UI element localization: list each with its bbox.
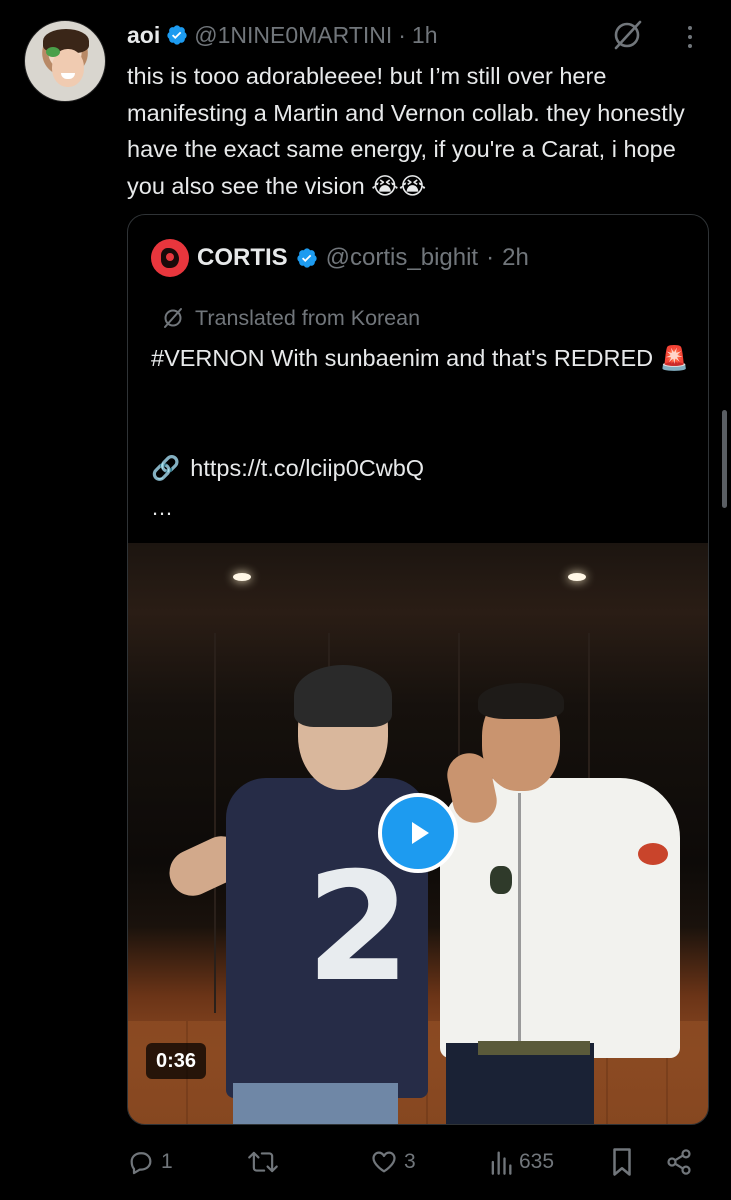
action-bar: 1 3 635: [127, 1140, 712, 1184]
ceiling-light: [568, 573, 586, 581]
reply-button[interactable]: 1: [127, 1140, 173, 1184]
quote-author-handle[interactable]: @cortis_bighit: [326, 244, 478, 272]
quoted-tweet[interactable]: CORTIS @cortis_bighit · 2h Translated fr…: [127, 214, 709, 1125]
like-button[interactable]: 3: [370, 1140, 416, 1184]
link-icon: 🔗: [151, 455, 181, 481]
views-count: 635: [519, 1150, 555, 1173]
views-icon: [491, 1151, 512, 1175]
author-name[interactable]: aoi: [127, 22, 160, 49]
jacket-zip: [518, 793, 521, 1043]
author-handle[interactable]: @1NINE0MARTINI: [194, 22, 392, 49]
beanie: [294, 665, 392, 727]
repost-icon: [248, 1151, 278, 1173]
quote-ellipsis: …: [151, 495, 173, 520]
person-right-jeans: [446, 1043, 594, 1124]
jacket-patch: [638, 843, 668, 865]
jacket-badge: [490, 866, 512, 894]
avatar-logo-dot: [166, 253, 174, 261]
quote-link[interactable]: 🔗 https://t.co/lciip0CwbQ: [151, 449, 424, 487]
tweet-text: this is tooo adorableeee! but I’m still …: [127, 63, 685, 199]
person-right-hair: [478, 683, 564, 719]
views-button[interactable]: 635: [489, 1140, 554, 1184]
bookmark-icon: [613, 1148, 631, 1176]
scrollbar-thumb[interactable]: [722, 410, 727, 508]
reply-count: 1: [161, 1150, 173, 1173]
tweet-time[interactable]: 1h: [412, 22, 438, 49]
header-separator: ·: [398, 21, 406, 48]
reply-icon: [130, 1152, 152, 1175]
bookmark-button[interactable]: [609, 1140, 635, 1184]
author-avatar[interactable]: [24, 20, 106, 102]
like-icon: [372, 1151, 396, 1173]
translated-label[interactable]: Translated from Korean: [161, 303, 420, 333]
more-dot: [688, 26, 692, 30]
quote-time[interactable]: 2h: [502, 244, 529, 272]
translate-icon: [164, 308, 182, 328]
tweet[interactable]: aoi @1NINE0MARTINI · 1h this is tooo ado…: [0, 0, 731, 1200]
ceiling-light: [233, 573, 251, 581]
video-duration: 0:36: [146, 1043, 207, 1079]
quote-text: #VERNON With sunbaenim and that's REDRED…: [151, 345, 689, 371]
avatar-bow: [46, 47, 60, 57]
play-icon: [412, 822, 429, 844]
quote-separator: ·: [486, 244, 495, 271]
quote-header: CORTIS @cortis_bighit · 2h: [151, 239, 529, 277]
person-left-jeans: [233, 1083, 398, 1124]
more-dot: [688, 35, 692, 39]
quote-author-avatar[interactable]: [151, 239, 189, 277]
share-icon: [667, 1149, 691, 1175]
quote-author-name[interactable]: CORTIS: [197, 244, 288, 272]
translated-text: Translated from Korean: [195, 305, 421, 330]
play-button[interactable]: [378, 793, 458, 873]
more-dot: [688, 44, 692, 48]
verified-badge-icon: [297, 248, 317, 268]
more-icon[interactable]: [675, 20, 705, 54]
belt: [478, 1041, 590, 1055]
link-url[interactable]: https://t.co/lciip0CwbQ: [190, 455, 424, 482]
share-button[interactable]: [665, 1140, 693, 1184]
verified-badge-icon: [167, 25, 187, 45]
video-player[interactable]: 2: [128, 543, 708, 1124]
like-count: 3: [404, 1150, 416, 1173]
jersey-number: 2: [306, 841, 411, 1015]
repost-button[interactable]: [247, 1140, 285, 1184]
grok-icon[interactable]: [610, 18, 644, 52]
wall-panel: [214, 633, 216, 1013]
tweet-header: aoi @1NINE0MARTINI · 1h: [127, 20, 438, 50]
